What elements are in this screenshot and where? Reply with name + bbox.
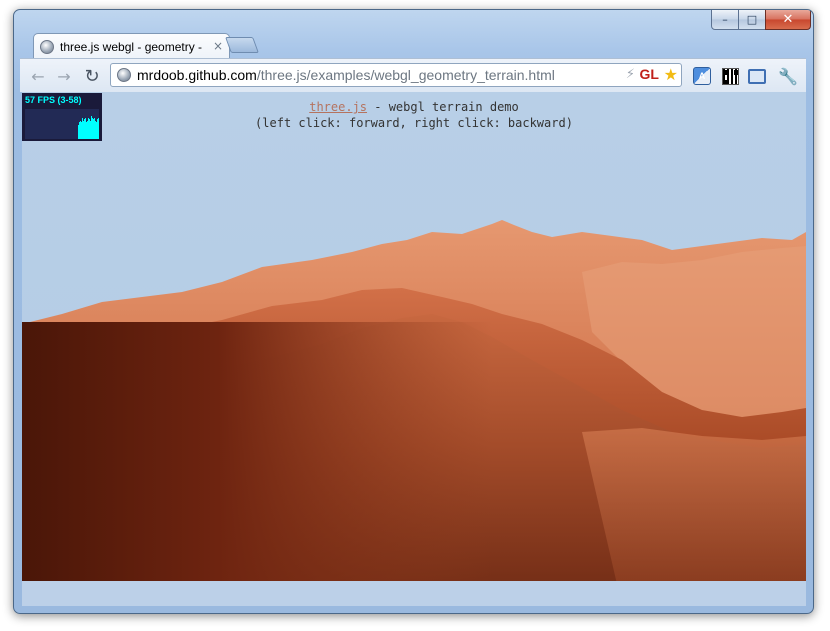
tab-title: three.js webgl - geometry - (60, 39, 203, 54)
fps-bar (90, 121, 91, 139)
fps-bar (81, 122, 82, 139)
window-controls: – □ ✕ (711, 10, 811, 30)
fps-bar (86, 122, 87, 139)
fps-bar (93, 119, 94, 139)
fps-bar (94, 118, 95, 139)
qr-code-extension-button[interactable] (720, 66, 740, 86)
wrench-menu-button[interactable]: 🔧 (778, 66, 798, 86)
terrain-canvas[interactable] (22, 92, 806, 606)
fps-bar (95, 121, 96, 139)
fps-bar (78, 125, 79, 139)
reload-button[interactable]: ↻ (82, 66, 102, 87)
fps-bar (79, 122, 80, 139)
browser-tab[interactable]: three.js webgl - geometry - × (33, 33, 230, 59)
maximize-button[interactable]: □ (738, 10, 766, 30)
url-host: mrdoob.github.com (137, 67, 257, 83)
wrench-icon: 🔧 (778, 66, 798, 86)
minimize-button[interactable]: – (711, 10, 739, 30)
fps-bar (83, 121, 84, 139)
url-path: /three.js/examples/webgl_geometry_terrai… (256, 67, 555, 83)
tab-close-icon[interactable]: × (213, 39, 223, 53)
star-icon[interactable]: ★ (664, 65, 678, 84)
fps-bar (96, 122, 97, 139)
fps-bar (88, 118, 89, 139)
translate-icon: A (693, 67, 711, 85)
fps-bar (98, 118, 99, 139)
fps-graph (25, 109, 99, 139)
fps-bar (92, 118, 93, 139)
fps-bar (91, 116, 92, 139)
fps-bar (80, 121, 81, 139)
webgl-badge[interactable]: GL (640, 66, 659, 82)
translate-extension-button[interactable]: A (692, 66, 712, 86)
info-instructions: (left click: forward, right click: backw… (255, 116, 573, 130)
toolbar: ← → ↻ mrdoob.github.com/three.js/example… (20, 58, 806, 92)
info-title: - webgl terrain demo (367, 100, 519, 114)
close-window-button[interactable]: ✕ (765, 10, 811, 30)
fps-bar (89, 119, 90, 139)
browser-window: – □ ✕ three.js webgl - geometry - × ← → … (13, 9, 814, 614)
url-text[interactable]: mrdoob.github.com/three.js/examples/webg… (137, 67, 555, 83)
fps-bar (85, 118, 86, 139)
screen-capture-icon (748, 68, 766, 84)
fps-bar (82, 118, 83, 139)
back-button[interactable]: ← (28, 66, 48, 86)
new-tab-button[interactable] (225, 37, 259, 53)
info-title-line: three.js - webgl terrain demo (22, 99, 806, 115)
fps-stats-panel[interactable]: 57 FPS (3-58) (22, 93, 102, 141)
fps-bar (84, 119, 85, 139)
lightning-icon[interactable]: ⚡ (626, 67, 635, 82)
fps-readout: 57 FPS (3-58) (25, 95, 82, 105)
forward-button[interactable]: → (54, 66, 74, 86)
demo-info: three.js - webgl terrain demo (left clic… (22, 99, 806, 131)
qr-code-icon (721, 67, 739, 85)
threejs-link[interactable]: three.js (309, 100, 367, 114)
globe-icon (40, 39, 54, 54)
page-content[interactable]: three.js - webgl terrain demo (left clic… (22, 92, 806, 606)
address-bar[interactable]: mrdoob.github.com/three.js/examples/webg… (110, 63, 682, 87)
globe-icon (117, 68, 131, 82)
fps-bar (87, 121, 88, 139)
fps-bar (97, 119, 98, 139)
screenshot-extension-button[interactable] (747, 66, 767, 86)
bottom-sky-strip (22, 581, 806, 606)
